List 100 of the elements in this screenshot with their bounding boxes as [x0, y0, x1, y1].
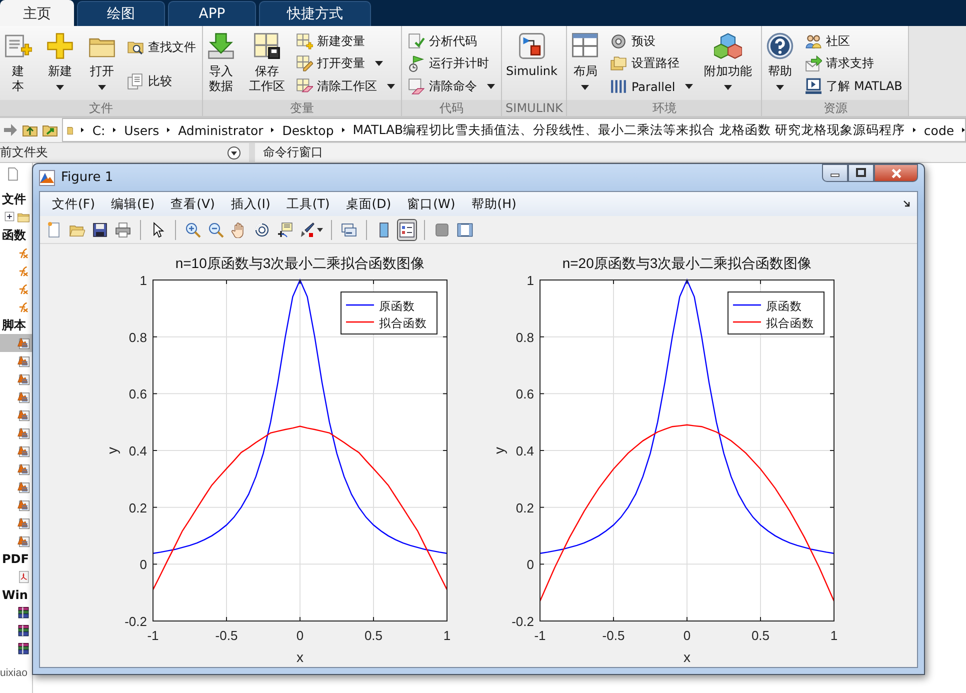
tick-label: 1	[526, 273, 534, 288]
function-file-icon	[17, 246, 30, 260]
ribbon-button[interactable]: 运行并计时	[408, 52, 495, 75]
menu-item[interactable]: 编辑(E)	[104, 194, 161, 214]
ribbon-button[interactable]: Simulink	[506, 28, 562, 100]
help-icon	[766, 32, 794, 60]
menu-item[interactable]: 插入(I)	[224, 194, 276, 214]
breadcrumb[interactable]: Users	[124, 122, 160, 138]
tick-label: 1	[830, 628, 838, 643]
ribbon-button[interactable]: 清除工作区	[296, 76, 395, 98]
chart-title: n=10原函数与3次最小二乘拟合函数图像	[175, 255, 425, 271]
breadcrumb-arrow-icon[interactable]	[271, 126, 274, 134]
envelope-arrow-icon	[805, 55, 822, 72]
ribbon-button[interactable]: 附加功能	[699, 28, 758, 100]
breadcrumb[interactable]: code	[924, 122, 954, 138]
breadcrumb[interactable]: Desktop	[282, 122, 334, 138]
menu-item[interactable]: 工具(T)	[280, 194, 336, 214]
gear-icon	[610, 32, 628, 50]
ribbon-button[interactable]: 比较	[127, 70, 196, 92]
tick-label: 0.5	[364, 628, 383, 643]
breadcrumb[interactable]: Administrator	[178, 122, 264, 138]
ribbon-button[interactable]: 帮助	[766, 28, 800, 100]
ribbon-tab[interactable]: 绘图	[77, 1, 165, 26]
file-name: uixiao	[0, 667, 28, 681]
breadcrumb-arrow-icon[interactable]	[113, 126, 116, 134]
address-bar[interactable]: C: Users Administrator Desktop MATLAB编程切比雪夫插值法、分段线性、最小二乘法等来拟合 龙格函数 研究龙格现象源码程序 code	[62, 118, 966, 142]
ribbon-button[interactable]: 请求支持	[805, 52, 902, 75]
cubes-icon	[714, 32, 742, 60]
ribbon-button[interactable]: 了解 MATLAB	[805, 76, 902, 98]
ribbon-button[interactable]: 保存 工作区	[244, 28, 290, 100]
document-eraser-icon	[408, 78, 425, 96]
minimize-button[interactable]	[822, 164, 848, 182]
ribbon-tab[interactable]: 主页	[0, 0, 74, 26]
ribbon-button[interactable]: Parallel	[610, 76, 694, 98]
breadcrumb[interactable]: C:	[92, 122, 106, 138]
grid-pencil-icon	[296, 55, 313, 72]
breadcrumb[interactable]: MATLAB编程切比雪夫插值法、分段线性、最小二乘法等来拟合 龙格函数 研究龙格现象源码程序	[352, 122, 906, 138]
dropdown-icon[interactable]	[227, 146, 241, 160]
expand-icon[interactable]	[4, 211, 15, 222]
breadcrumb-arrow-icon[interactable]	[342, 126, 345, 134]
group-label: 资源	[762, 100, 908, 116]
ribbon-button[interactable]: 查找文件	[127, 36, 196, 58]
group-label: SIMULINK	[502, 100, 566, 116]
legend-line	[733, 304, 761, 306]
ribbon-button[interactable]: 打开	[83, 28, 121, 100]
zoom-out-icon	[208, 222, 224, 238]
document-icon[interactable]	[6, 167, 20, 181]
ribbon-button[interactable]: 设置路径	[610, 52, 694, 75]
linked-windows-icon	[341, 222, 357, 238]
tick-label: -0.2	[124, 614, 147, 629]
ribbon-button[interactable]: 导入 数据	[207, 28, 240, 100]
tick-label: 0.2	[516, 500, 534, 516]
ribbon-button[interactable]: 分析代码	[408, 30, 495, 52]
menu-item[interactable]: 查看(V)	[164, 194, 221, 214]
save-icon	[92, 222, 108, 238]
ribbon-button[interactable]: 新建变量	[296, 30, 395, 52]
ribbon-button[interactable]: 社区	[805, 30, 902, 52]
chart-title: n=20原函数与3次最小二乘拟合函数图像	[562, 255, 812, 271]
tick-label: 0	[683, 628, 691, 643]
group-label: 文件	[0, 100, 202, 116]
tick-label: 0	[296, 628, 304, 643]
ribbon-button[interactable]: 建 本	[4, 28, 37, 100]
peak-icon	[39, 170, 55, 186]
panel-title: 命令行窗口	[263, 144, 323, 161]
function-file-icon	[17, 300, 30, 314]
menu-item[interactable]: 帮助(H)	[465, 194, 522, 214]
ribbon-button[interactable]: 打开变量	[296, 52, 395, 75]
tick-label: -0.2	[512, 614, 534, 629]
tick-label: 0.4	[516, 444, 534, 458]
breadcrumb-arrow-icon[interactable]	[913, 126, 916, 134]
plot-tools-panel-icon	[457, 222, 473, 238]
menu-item[interactable]: 文件(F)	[46, 194, 101, 214]
brush-icon	[299, 222, 315, 238]
breadcrumb-arrow-icon[interactable]	[962, 126, 965, 134]
legend-label: 拟合函数	[766, 318, 814, 330]
section-heading: Win	[1, 587, 29, 604]
function-file-icon	[17, 264, 30, 278]
close-button[interactable]	[874, 164, 918, 182]
ribbon-button[interactable]: 清除命令	[408, 76, 495, 98]
menu-item[interactable]: 桌面(D)	[340, 194, 398, 214]
layout-grid-icon	[571, 32, 600, 60]
group-label: 代码	[402, 100, 501, 116]
dock-arrow-icon[interactable]	[903, 200, 911, 208]
people-icon	[805, 32, 822, 50]
breadcrumb-arrow-icon[interactable]	[81, 126, 84, 134]
toolbar-button[interactable]	[397, 218, 417, 240]
grid-plus-icon	[296, 32, 313, 50]
forward-arrow-icon[interactable]	[2, 122, 18, 138]
ribbon-button[interactable]: 新建	[41, 28, 79, 100]
script-file-icon	[17, 336, 30, 350]
ribbon-tab[interactable]: APP	[168, 1, 256, 26]
ribbon-tab[interactable]: 快捷方式	[259, 1, 371, 26]
archive-icon	[17, 606, 30, 620]
maximize-button[interactable]	[848, 164, 874, 182]
ribbon-button[interactable]: 预设	[610, 30, 694, 52]
documents-icon	[127, 72, 144, 90]
ribbon-button[interactable]: 布局	[571, 28, 604, 100]
legend-line	[346, 321, 374, 323]
breadcrumb-arrow-icon[interactable]	[167, 126, 170, 134]
menu-item[interactable]: 窗口(W)	[401, 194, 462, 214]
